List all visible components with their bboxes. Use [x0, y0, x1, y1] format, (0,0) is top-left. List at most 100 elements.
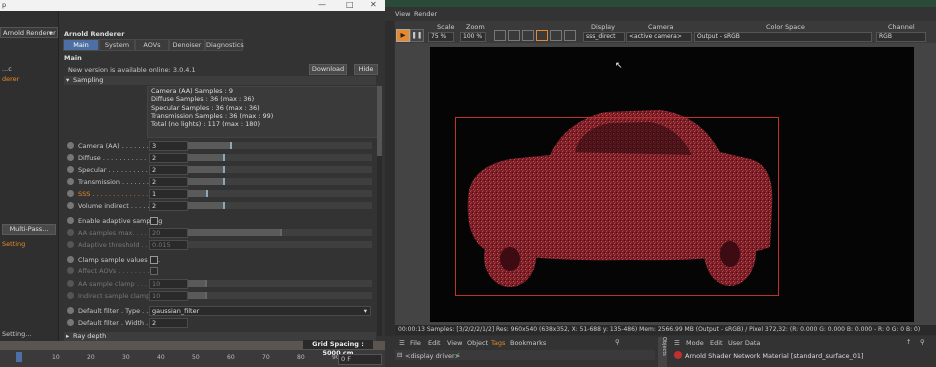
- sss-field[interactable]: 1: [149, 189, 188, 199]
- zoom-field[interactable]: 100 %: [460, 32, 486, 42]
- volume-indirect-field[interactable]: 2: [149, 201, 188, 211]
- maximize-icon[interactable]: □: [346, 0, 354, 9]
- filter-type-dropdown[interactable]: gaussian_filter ▾: [149, 306, 371, 316]
- close-icon[interactable]: ✕: [370, 0, 377, 9]
- indirect-clamp-field[interactable]: 10: [149, 291, 188, 301]
- renderer-dropdown[interactable]: Arnold Renderer ▾: [0, 27, 58, 38]
- transmission-slider[interactable]: [188, 178, 372, 185]
- object-list-row[interactable]: ⊟ <display driver> ✓: [395, 350, 655, 360]
- tab-aovs[interactable]: AOVs: [135, 39, 169, 51]
- menu-view[interactable]: View: [447, 339, 462, 347]
- tab-diagnostics[interactable]: Diagnostics: [205, 39, 244, 51]
- aa-max-slider[interactable]: [188, 229, 372, 236]
- specular-field[interactable]: 2: [149, 165, 188, 175]
- camera-aa-field[interactable]: 3: [149, 141, 188, 151]
- tab-main[interactable]: Main: [63, 39, 99, 51]
- scale-field[interactable]: 75 %: [428, 32, 454, 42]
- specular-slider[interactable]: [188, 166, 372, 173]
- camera-label: Camera: [648, 23, 674, 31]
- adaptive-checkbox[interactable]: [150, 217, 158, 225]
- sampling-section-label: Sampling: [73, 76, 104, 84]
- adaptive-sampling-row: Enable adaptive sampling: [66, 216, 376, 226]
- channel-dropdown[interactable]: RGB: [876, 32, 926, 42]
- scrollbar-thumb[interactable]: [377, 86, 382, 156]
- menu-edit[interactable]: Edit: [710, 339, 723, 347]
- sidebar-item-setting-dialog[interactable]: Setting...: [2, 330, 31, 338]
- expand-icon[interactable]: ⊟: [397, 351, 402, 359]
- multipass-button[interactable]: Multi-Pass...: [2, 224, 56, 235]
- crop-icon[interactable]: [564, 30, 576, 41]
- menu-mode[interactable]: Mode: [686, 339, 704, 347]
- diffuse-field[interactable]: 2: [149, 153, 188, 163]
- volume-indirect-slider[interactable]: [188, 202, 372, 209]
- timeline-tick-label: 40: [157, 354, 165, 361]
- menu-file[interactable]: File: [410, 339, 421, 347]
- camera-dropdown[interactable]: <active camera>: [626, 32, 692, 42]
- menu-render[interactable]: Render: [414, 10, 437, 18]
- menu-file-icon[interactable]: ☰: [399, 339, 405, 347]
- pause-icon[interactable]: ❚❚: [410, 29, 424, 42]
- volume-indirect-label: Volume indirect . . . . . .: [78, 202, 154, 210]
- tab-denoiser[interactable]: Denoiser: [169, 39, 205, 51]
- search-icon[interactable]: ⚲: [920, 338, 925, 346]
- menu-user-data[interactable]: User Data: [728, 339, 760, 347]
- mouse-cursor-icon: ↖: [615, 61, 623, 71]
- viewer-side-toolbar: [385, 21, 394, 336]
- tab-system[interactable]: System: [99, 39, 135, 51]
- menu-bookmarks[interactable]: Bookmarks: [510, 339, 546, 347]
- colorspace-dropdown[interactable]: Output - sRGB: [694, 32, 872, 42]
- chevron-down-icon: ▾: [49, 29, 53, 37]
- affect-aovs-checkbox[interactable]: [150, 267, 158, 275]
- aa-max-field[interactable]: 20: [149, 228, 188, 238]
- sss-slider[interactable]: [188, 190, 372, 197]
- region-icon[interactable]: [536, 30, 548, 41]
- adaptive-threshold-slider[interactable]: [188, 241, 372, 248]
- fit-icon[interactable]: [494, 30, 506, 41]
- crosshair-icon[interactable]: [508, 30, 520, 41]
- menu-view[interactable]: View: [395, 10, 410, 18]
- render-status-bar: 00:00:13 Samples: [3/2/2/2/1/2] Res: 960…: [395, 325, 936, 335]
- aa-clamp-field[interactable]: 10: [149, 279, 188, 289]
- grid-icon[interactable]: [522, 30, 534, 41]
- aa-clamp-slider[interactable]: [188, 280, 372, 287]
- timeline-tick-label: 50: [192, 354, 200, 361]
- aa-max-row: AA samples max. . . . . . 20: [66, 228, 376, 238]
- display-dropdown[interactable]: sss_direct: [583, 32, 625, 42]
- diffuse-slider[interactable]: [188, 154, 372, 161]
- transmission-field[interactable]: 2: [149, 177, 188, 187]
- indirect-clamp-slider[interactable]: [188, 292, 372, 299]
- param-dot-icon: [67, 229, 74, 236]
- menu-icon[interactable]: ☰: [674, 339, 680, 347]
- clamp-checkbox[interactable]: [150, 256, 158, 264]
- top-strip: [385, 0, 936, 7]
- menu-tags[interactable]: Tags: [491, 339, 505, 347]
- sidebar-item-setting[interactable]: Setting: [2, 240, 25, 248]
- lock-icon[interactable]: [550, 30, 562, 41]
- objects-vertical-tab[interactable]: Objects: [658, 337, 667, 367]
- slider-fill: [188, 166, 225, 173]
- arrow-up-icon[interactable]: ↑: [906, 338, 911, 346]
- camera-aa-slider[interactable]: [188, 142, 372, 149]
- timeline-playhead[interactable]: [16, 352, 22, 362]
- adaptive-threshold-field[interactable]: 0.015: [149, 240, 188, 250]
- search-icon[interactable]: ⚲: [615, 338, 620, 346]
- slider-fill: [188, 190, 208, 197]
- menu-object[interactable]: Object: [467, 339, 488, 347]
- specular-row: Specular . . . . . . . . . . .2: [66, 165, 376, 175]
- sampling-section-header[interactable]: ▾ Sampling: [64, 76, 376, 85]
- download-button[interactable]: Download: [309, 64, 347, 75]
- renderer-dropdown-value: Arnold Renderer: [3, 29, 56, 37]
- minimize-icon[interactable]: —: [318, 0, 326, 9]
- hide-button[interactable]: Hide: [354, 64, 378, 75]
- render-region-frame[interactable]: [455, 117, 779, 296]
- clamp-row: Clamp sample values . . .: [66, 255, 376, 265]
- frame-field[interactable]: 0 F: [338, 354, 382, 365]
- sidebar-item-label[interactable]: ...c: [2, 65, 12, 73]
- check-icon[interactable]: ✓: [455, 351, 460, 359]
- sidebar-item-renderer[interactable]: derer: [2, 75, 19, 83]
- panel-scrollbar[interactable]: [377, 86, 382, 336]
- filter-width-field[interactable]: 2: [149, 318, 188, 328]
- aa-clamp-row: AA sample clamp . . . . . 10: [66, 279, 376, 289]
- play-icon[interactable]: ▶: [396, 29, 410, 42]
- menu-edit[interactable]: Edit: [428, 339, 441, 347]
